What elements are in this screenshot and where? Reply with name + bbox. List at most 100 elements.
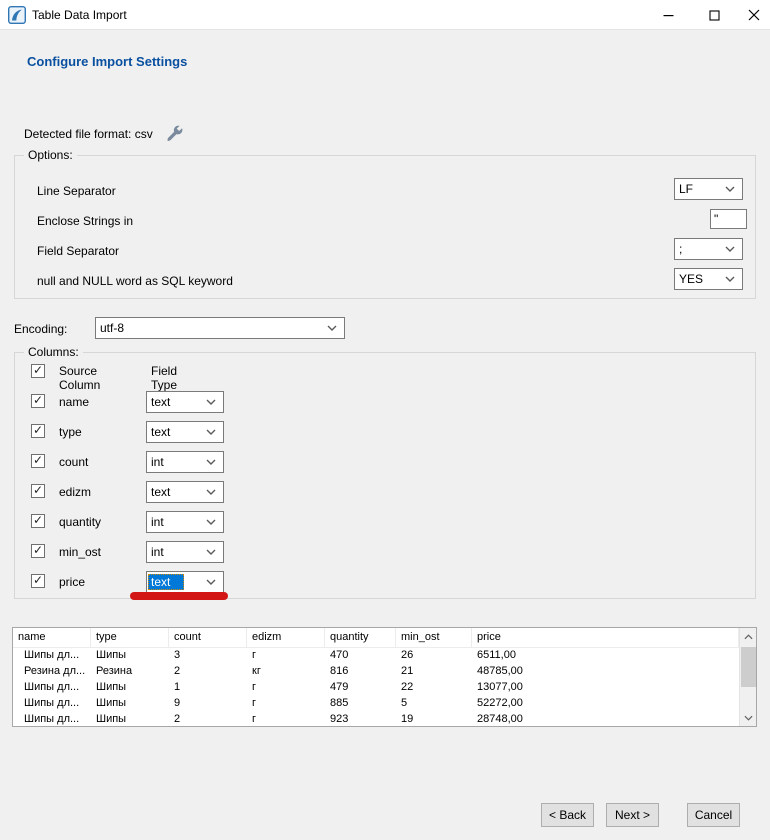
preview-cell: 5 bbox=[396, 696, 472, 712]
preview-cell: 3 bbox=[169, 648, 247, 664]
column-row-edizm: ✓ edizm text bbox=[31, 481, 731, 505]
field-type-select[interactable]: text bbox=[146, 391, 224, 413]
preview-header-cell: quantity bbox=[325, 628, 396, 647]
field-type-header: Field Type bbox=[151, 364, 177, 392]
select-value: int bbox=[147, 455, 206, 469]
column-checkbox[interactable]: ✓ bbox=[31, 394, 45, 408]
check-icon: ✓ bbox=[33, 573, 43, 587]
select-value: int bbox=[147, 545, 206, 559]
column-checkbox[interactable]: ✓ bbox=[31, 574, 45, 588]
back-button[interactable]: < Back bbox=[541, 803, 594, 827]
preview-cell: Шипы дл... bbox=[13, 648, 91, 664]
cancel-button[interactable]: Cancel bbox=[687, 803, 740, 827]
null-keyword-label: null and NULL word as SQL keyword bbox=[37, 274, 233, 288]
column-row-quantity: ✓ quantity int bbox=[31, 511, 731, 535]
check-icon: ✓ bbox=[33, 513, 43, 527]
preview-header-cell: count bbox=[169, 628, 247, 647]
column-name-label: count bbox=[59, 455, 88, 469]
preview-cell: 1 bbox=[169, 680, 247, 696]
detected-format-label: Detected file format: csv bbox=[24, 127, 153, 141]
preview-cell: г bbox=[247, 648, 325, 664]
check-icon: ✓ bbox=[33, 453, 43, 467]
column-name-label: price bbox=[59, 575, 85, 589]
column-row-count: ✓ count int bbox=[31, 451, 731, 475]
preview-cell: 470 bbox=[325, 648, 396, 664]
preview-cell: Шипы дл... bbox=[13, 680, 91, 696]
select-value-highlighted: text bbox=[148, 574, 184, 590]
null-keyword-select[interactable]: YES bbox=[674, 268, 743, 290]
column-checkbox[interactable]: ✓ bbox=[31, 454, 45, 468]
preview-cell: Шипы дл... bbox=[13, 696, 91, 712]
column-checkbox[interactable]: ✓ bbox=[31, 544, 45, 558]
column-name-label: type bbox=[59, 425, 82, 439]
maximize-icon bbox=[709, 10, 720, 21]
select-all-checkbox[interactable]: ✓ bbox=[31, 364, 45, 378]
source-column-header: Source Column bbox=[59, 364, 100, 392]
preview-cell: 9 bbox=[169, 696, 247, 712]
window-title: Table Data Import bbox=[32, 0, 127, 30]
field-type-select[interactable]: int bbox=[146, 451, 224, 473]
table-data-import-dialog: Table Data Import Configure Import Setti… bbox=[0, 0, 770, 840]
preview-header-cell: type bbox=[91, 628, 169, 647]
encoding-select[interactable]: utf-8 bbox=[95, 317, 345, 339]
column-checkbox[interactable]: ✓ bbox=[31, 514, 45, 528]
field-type-select[interactable]: text bbox=[146, 421, 224, 443]
preview-cell: 22 bbox=[396, 680, 472, 696]
vertical-scrollbar[interactable] bbox=[739, 628, 756, 726]
preview-row: Резина дл... Резина 2 кг 816 21 48785,00 bbox=[13, 664, 739, 680]
column-name-label: quantity bbox=[59, 515, 101, 529]
preview-cell: 52272,00 bbox=[472, 696, 739, 712]
next-button[interactable]: Next > bbox=[606, 803, 659, 827]
field-type-select[interactable]: text bbox=[146, 481, 224, 503]
check-icon: ✓ bbox=[33, 543, 43, 557]
chevron-down-icon bbox=[206, 579, 216, 585]
preview-header-cell: price bbox=[472, 628, 739, 647]
field-type-select[interactable]: int bbox=[146, 511, 224, 533]
preview-cell: Шипы bbox=[91, 680, 169, 696]
maximize-button[interactable] bbox=[698, 0, 730, 30]
field-type-select[interactable]: int bbox=[146, 541, 224, 563]
column-name-label: name bbox=[59, 395, 89, 409]
preview-header-cell: min_ost bbox=[396, 628, 472, 647]
preview-cell: Резина дл... bbox=[13, 664, 91, 680]
preview-cell: Резина bbox=[91, 664, 169, 680]
scroll-up-button[interactable] bbox=[740, 628, 757, 645]
column-name-label: edizm bbox=[59, 485, 91, 499]
preview-cell: 816 bbox=[325, 664, 396, 680]
chevron-down-icon bbox=[206, 399, 216, 405]
annotation-underline bbox=[130, 592, 228, 600]
select-value: int bbox=[147, 515, 206, 529]
chevron-down-icon bbox=[206, 489, 216, 495]
preview-cell: кг bbox=[247, 664, 325, 680]
column-name-label: min_ost bbox=[59, 545, 101, 559]
field-type-select-selected[interactable]: text bbox=[146, 571, 224, 593]
check-icon: ✓ bbox=[33, 483, 43, 497]
enclose-strings-input[interactable] bbox=[710, 209, 747, 229]
scrollbar-thumb[interactable] bbox=[741, 647, 756, 687]
field-separator-select[interactable]: ; bbox=[674, 238, 743, 260]
close-icon bbox=[748, 9, 760, 21]
chevron-down-icon bbox=[206, 519, 216, 525]
preview-table: name type count edizm quantity min_ost p… bbox=[12, 627, 757, 727]
line-separator-select[interactable]: LF bbox=[674, 178, 743, 200]
field-separator-label: Field Separator bbox=[37, 244, 119, 258]
preview-header-row: name type count edizm quantity min_ost p… bbox=[13, 628, 739, 648]
select-value: LF bbox=[675, 182, 725, 196]
close-button[interactable] bbox=[738, 0, 770, 30]
column-checkbox[interactable]: ✓ bbox=[31, 484, 45, 498]
chevron-down-icon bbox=[206, 549, 216, 555]
wrench-icon[interactable] bbox=[166, 125, 183, 142]
check-icon: ✓ bbox=[33, 423, 43, 437]
minimize-button[interactable] bbox=[652, 0, 684, 30]
preview-row: Шипы дл... Шипы 1 г 479 22 13077,00 bbox=[13, 680, 739, 696]
preview-cell: г bbox=[247, 680, 325, 696]
page-title: Configure Import Settings bbox=[27, 54, 187, 69]
column-checkbox[interactable]: ✓ bbox=[31, 424, 45, 438]
check-icon: ✓ bbox=[33, 393, 43, 407]
preview-cell: 26 bbox=[396, 648, 472, 664]
title-bar: Table Data Import bbox=[0, 0, 770, 30]
preview-cell: 923 bbox=[325, 712, 396, 727]
detected-format-row: Detected file format: csv bbox=[24, 125, 183, 142]
scroll-down-button[interactable] bbox=[740, 709, 757, 726]
minimize-icon bbox=[663, 10, 674, 21]
